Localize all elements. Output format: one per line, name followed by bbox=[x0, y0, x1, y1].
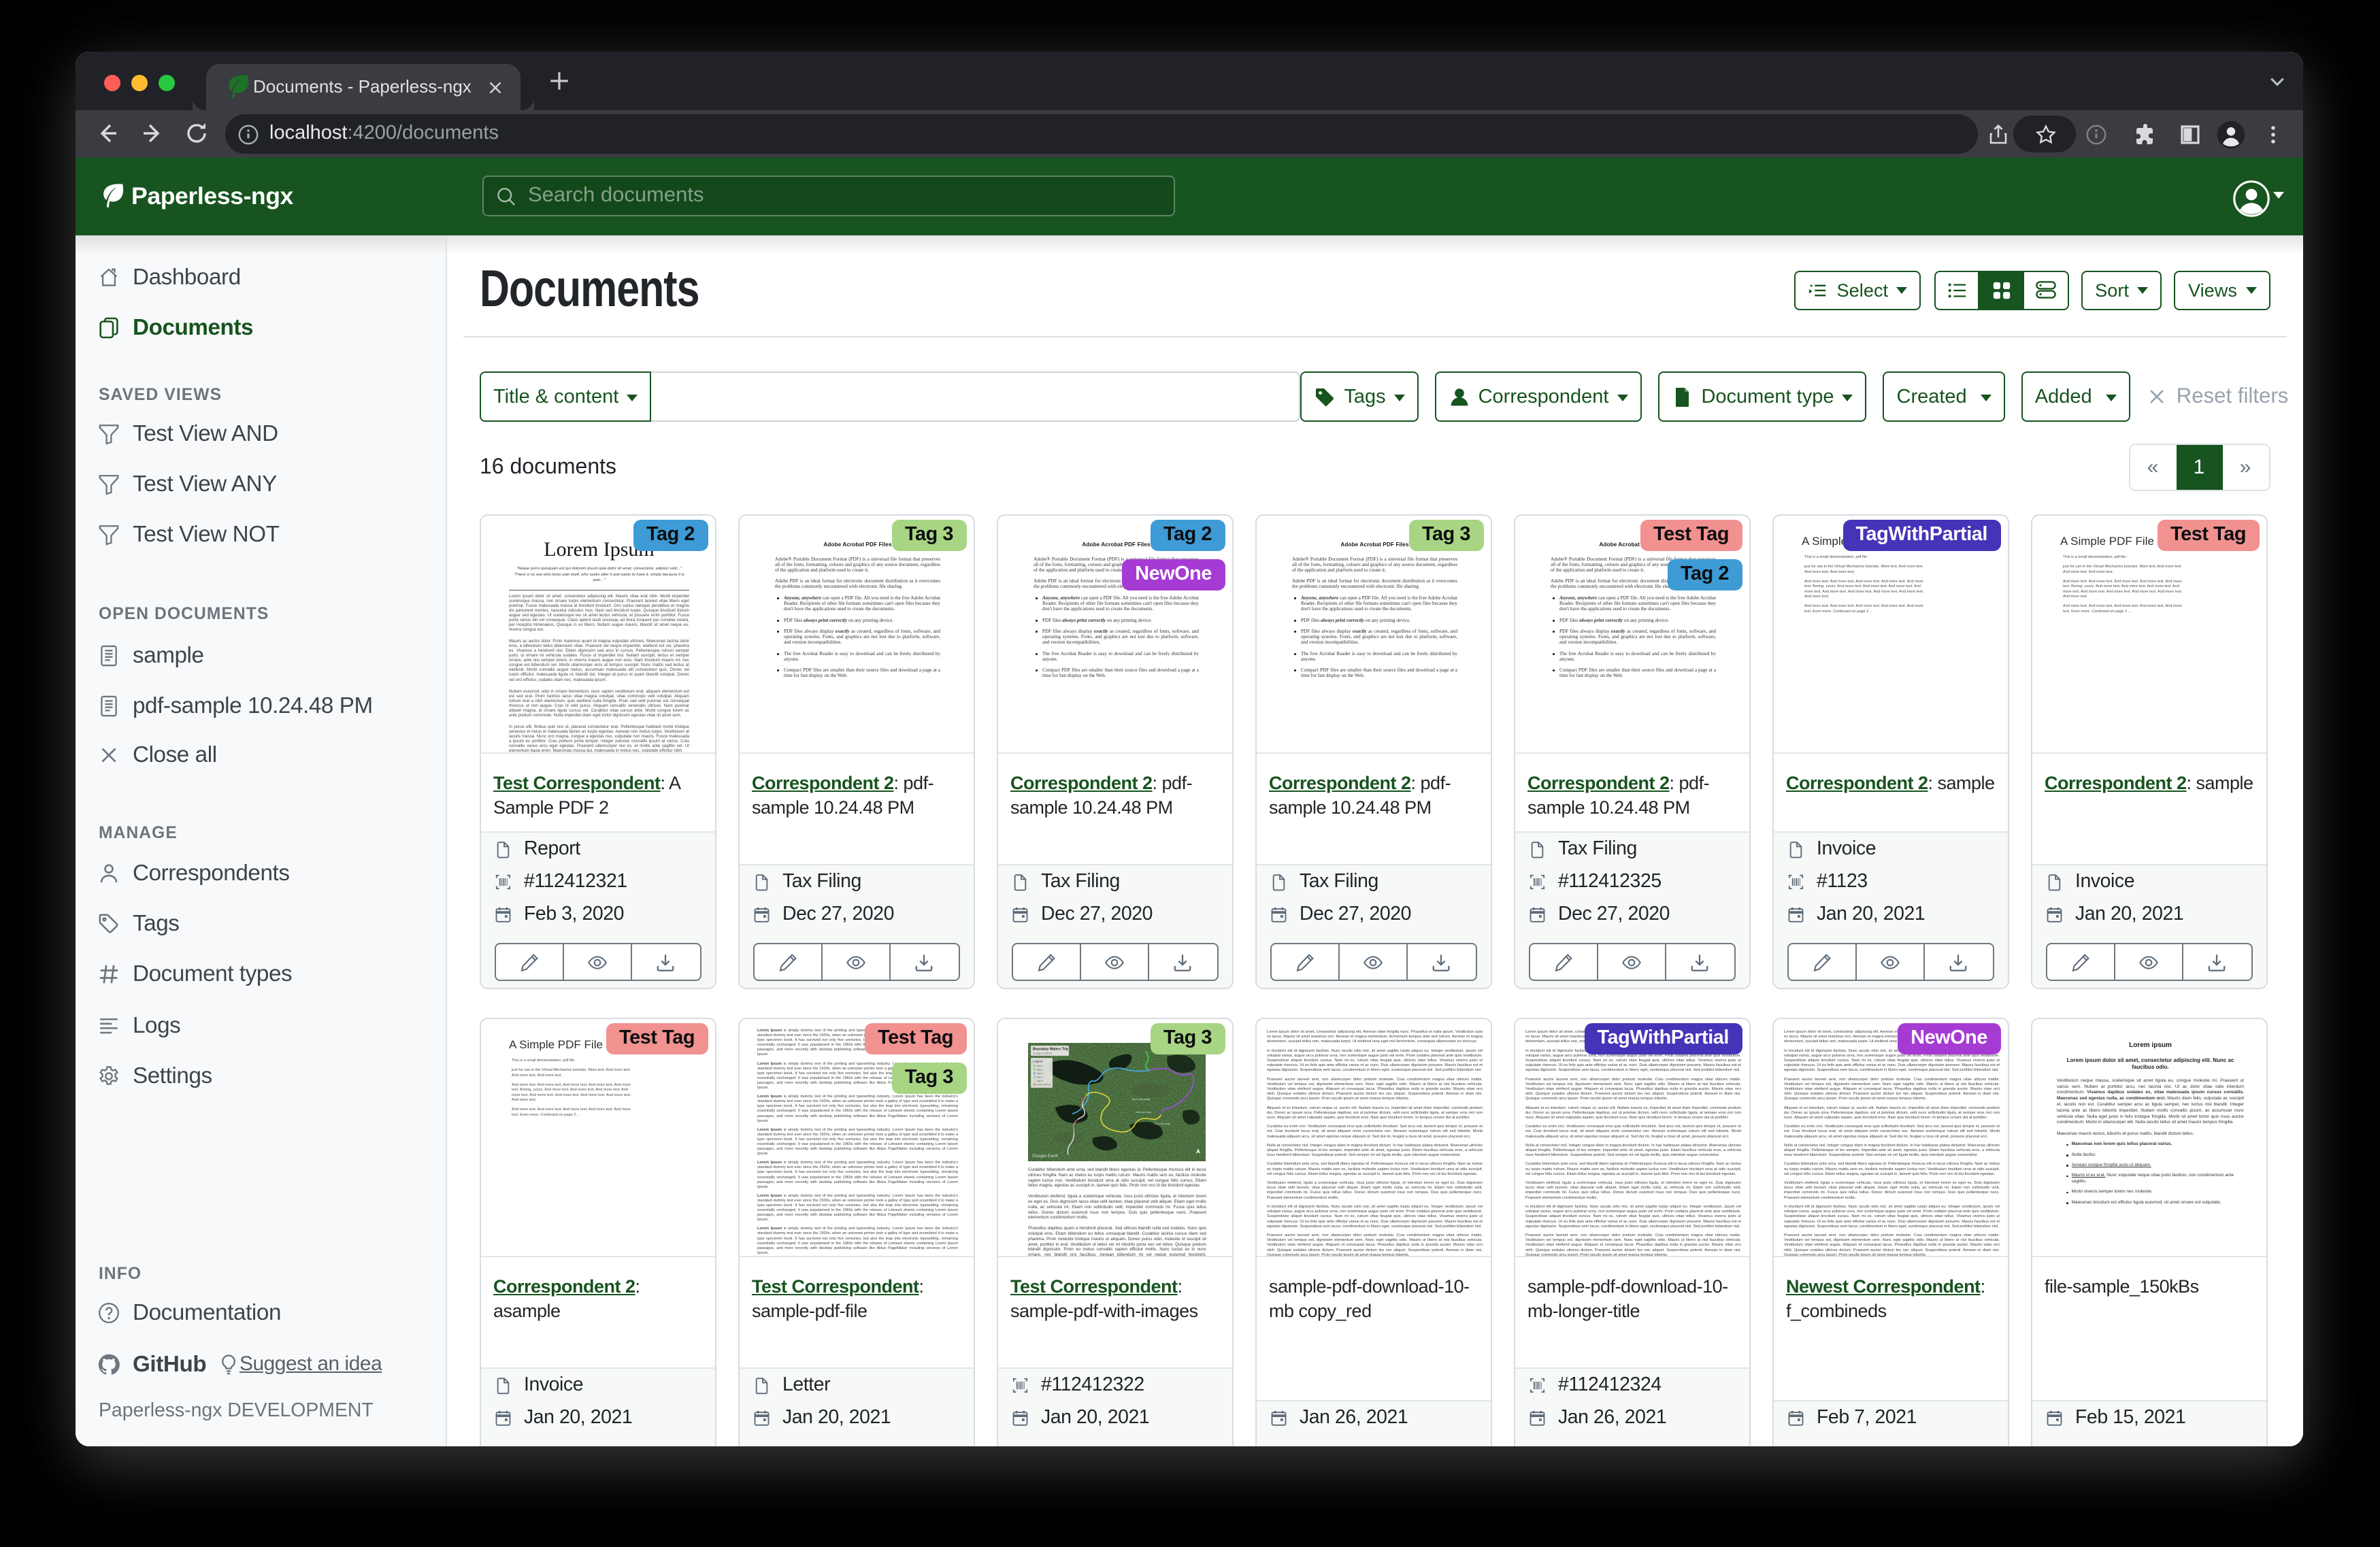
svg-text:16 days in BWCA: 16 days in BWCA bbox=[1033, 1052, 1053, 1054]
svg-text:Day 4: Day 4 bbox=[1037, 1076, 1043, 1078]
svg-text:Legend: Legend bbox=[1033, 1059, 1043, 1063]
svg-text:Day 2: Day 2 bbox=[1037, 1068, 1043, 1071]
svg-text:Day 1: Day 1 bbox=[1037, 1065, 1043, 1067]
svg-text:Day 3: Day 3 bbox=[1037, 1072, 1043, 1075]
svg-text:Boundary Waters Trip: Boundary Waters Trip bbox=[1033, 1047, 1068, 1051]
svg-text:Day 5: Day 5 bbox=[1037, 1080, 1043, 1082]
svg-text:Wood Lake portage: Wood Lake portage bbox=[1131, 1098, 1151, 1101]
svg-text:Google Earth: Google Earth bbox=[1032, 1154, 1059, 1159]
svg-text:Hula Lake camp: Hula Lake camp bbox=[1136, 1111, 1151, 1114]
svg-text:Entry Point 30: Entry Point 30 bbox=[1037, 1083, 1051, 1086]
svg-text:Good Lake camp: Good Lake camp bbox=[1154, 1122, 1171, 1125]
